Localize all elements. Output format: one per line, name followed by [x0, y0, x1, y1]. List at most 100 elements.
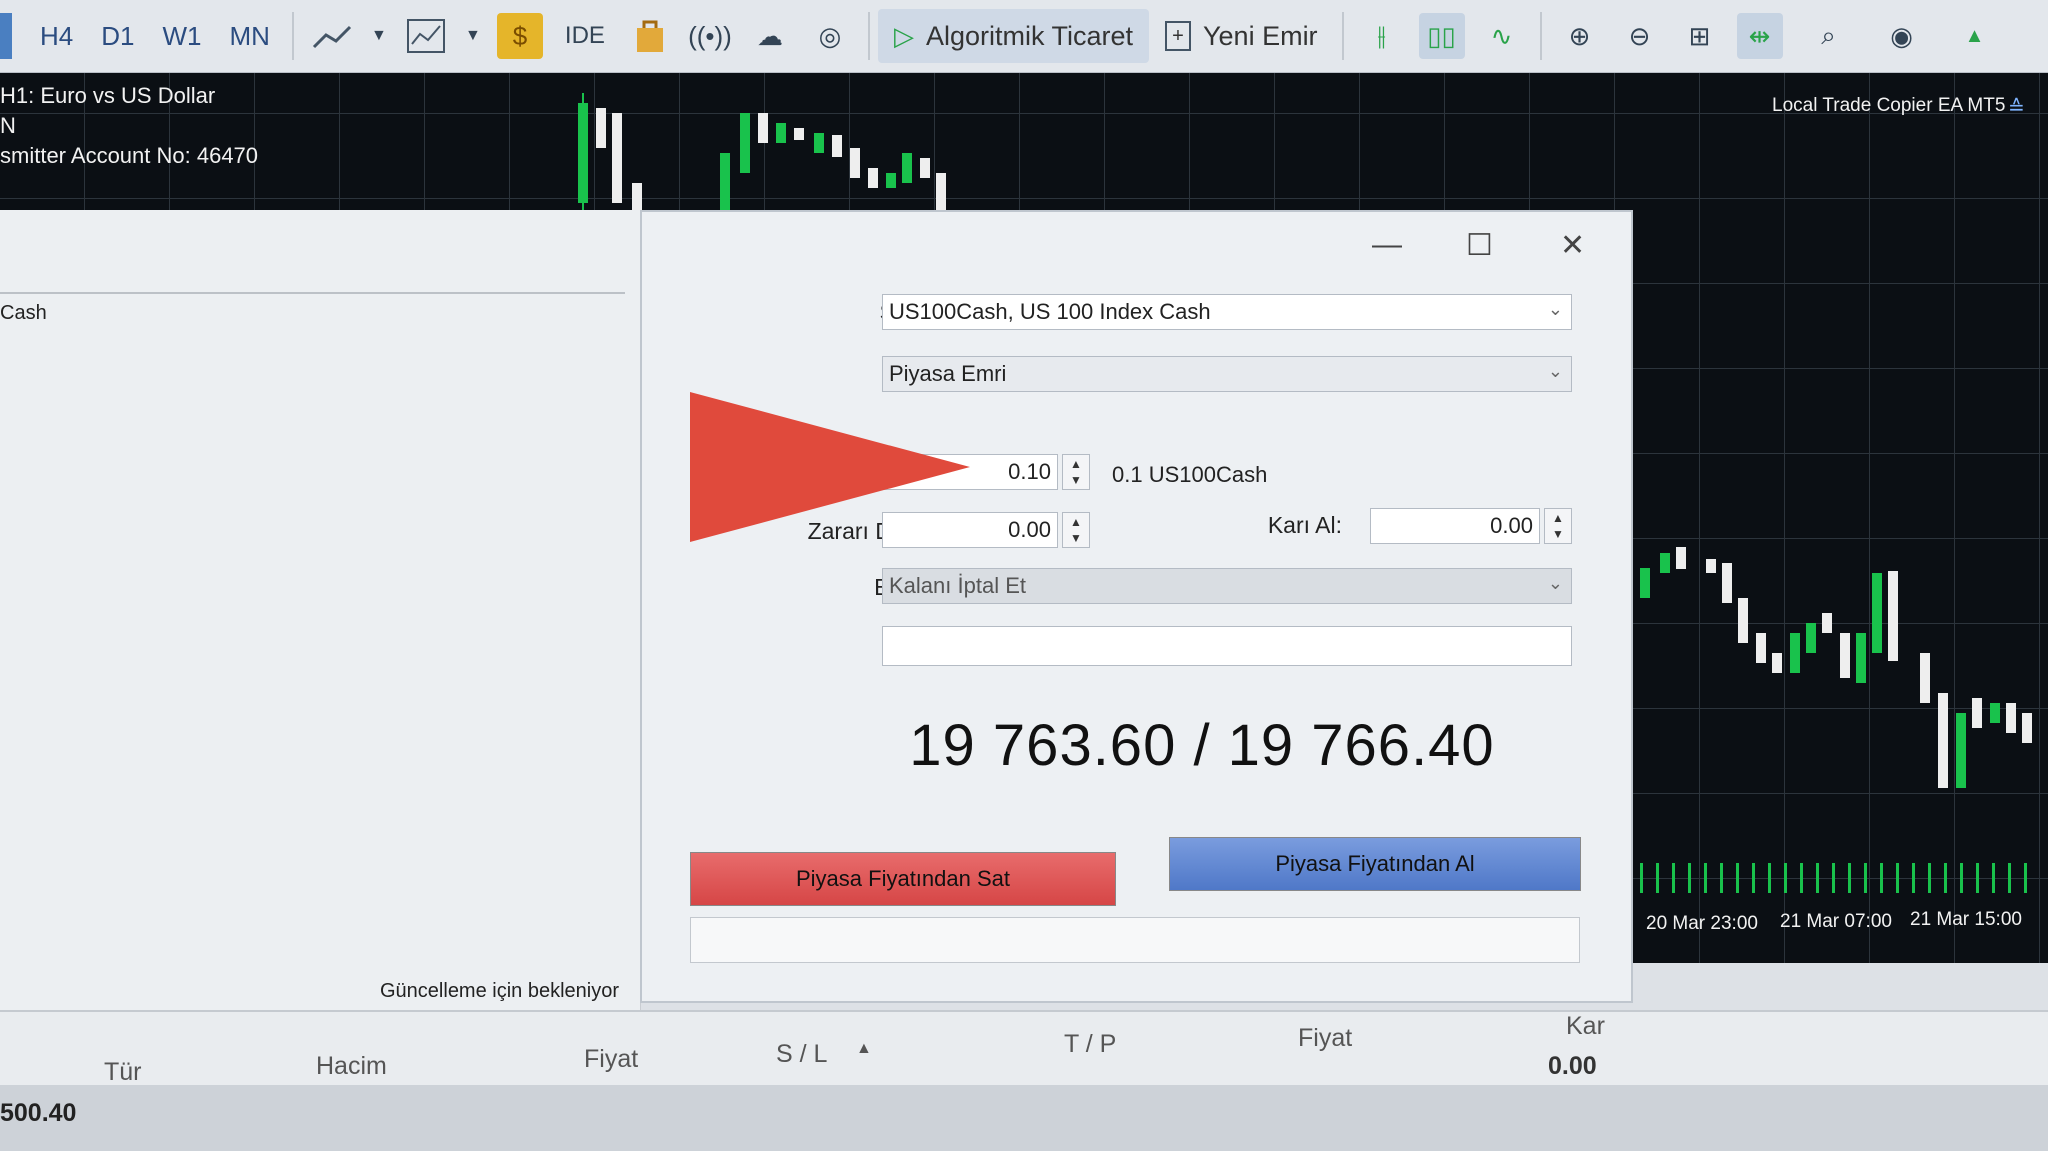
toolbar-edge — [0, 13, 12, 59]
column-header-tp[interactable]: T / P — [1064, 1030, 1116, 1059]
order-dialog: — ☐ ✕ Sembol: US100Cash, US 100 Index Ca… — [640, 210, 1633, 1003]
candle — [920, 158, 930, 178]
volume-value: 0.10 — [1008, 459, 1051, 484]
candle — [814, 133, 824, 153]
chevron-down-icon: ⌄ — [1547, 573, 1563, 593]
tile-windows-icon[interactable]: ⊞ — [1677, 13, 1723, 59]
candle — [902, 153, 912, 183]
candle — [1640, 568, 1650, 598]
sell-by-market-button[interactable]: Piyasa Fiyatından Sat — [690, 852, 1116, 906]
candlestick-icon[interactable]: ▯▯ — [1418, 13, 1465, 59]
candle — [1706, 559, 1716, 573]
chart-shift-icon[interactable]: ⇹ — [1736, 13, 1783, 59]
candle — [1872, 573, 1882, 653]
timeframe-h4[interactable]: H4 — [26, 21, 87, 52]
time-axis-label: 21 Mar 07:00 — [1780, 911, 1892, 932]
take-profit-field[interactable]: 0.00 — [1370, 508, 1540, 544]
new-order-label: Yeni Emir — [1203, 20, 1318, 51]
timeframe-mn[interactable]: MN — [216, 21, 284, 52]
column-header-type[interactable]: Tür — [104, 1058, 142, 1087]
ide-button[interactable]: IDE — [557, 13, 613, 59]
toolbar-divider — [1539, 12, 1542, 60]
column-header-price[interactable]: Fiyat — [584, 1045, 638, 1074]
timeframe-w1[interactable]: W1 — [149, 21, 216, 52]
fill-policy-value: Kalanı İptal Et — [889, 573, 1026, 598]
candle — [1756, 633, 1766, 663]
account-number-label: smitter Account No: 46470 — [0, 143, 259, 168]
fill-policy-dropdown[interactable]: Kalanı İptal Et ⌄ — [882, 568, 1572, 604]
maximize-icon[interactable]: ☐ — [1466, 228, 1493, 263]
column-header-profit[interactable]: Kar — [1566, 1012, 1605, 1041]
dollar-icon[interactable]: $ — [496, 13, 543, 59]
indicator-icon[interactable] — [403, 13, 449, 59]
candle — [1790, 633, 1800, 673]
vps-globe-icon[interactable]: ◎ — [807, 13, 853, 59]
algo-trading-button[interactable]: ▷ Algoritmik Ticaret — [877, 9, 1149, 63]
candle — [936, 173, 946, 210]
candle — [720, 153, 730, 213]
market-bag-icon[interactable] — [627, 13, 673, 59]
buy-by-market-button[interactable]: Piyasa Fiyatından Al — [1169, 837, 1581, 891]
stop-loss-value: 0.00 — [1008, 517, 1051, 542]
symbol-list-item[interactable]: Cash — [0, 302, 47, 325]
stop-loss-stepper[interactable]: ▲ ▼ — [1062, 512, 1090, 548]
candle — [632, 183, 642, 213]
candle — [1920, 653, 1930, 703]
symbol-dropdown[interactable]: US100Cash, US 100 Index Cash ⌄ — [882, 294, 1572, 330]
bar-chart-icon[interactable]: ⫲ — [1359, 13, 1405, 59]
close-icon[interactable]: ✕ — [1560, 228, 1585, 263]
take-profit-value: 0.00 — [1490, 513, 1533, 538]
main-toolbar: H4 D1 W1 MN ▼ ▼ $ IDE ((•)) ☁ ◎ ▷ Algori… — [0, 0, 2048, 73]
candle — [794, 128, 804, 140]
panel-divider — [0, 292, 625, 294]
take-profit-label: Karı Al: — [1267, 512, 1342, 538]
balance-row[interactable]: 500.40 — [0, 1085, 2048, 1151]
ea-label: Local Trade Copier EA MT5 — [1772, 95, 2006, 116]
column-header-volume[interactable]: Hacim — [316, 1052, 387, 1081]
line-chart-type-icon[interactable]: ∿ — [1479, 13, 1525, 59]
search-icon[interactable]: ⌕ — [1806, 13, 1852, 59]
candle — [1888, 571, 1898, 661]
trade-table-header: Tür Hacim Fiyat S / L ▲ T / P Fiyat Kar … — [0, 1010, 2048, 1087]
candle — [868, 168, 878, 188]
candle — [1856, 633, 1866, 683]
chevron-down-icon[interactable]: ▼ — [463, 13, 483, 59]
account-icon[interactable]: ◉ — [1879, 13, 1925, 59]
symbol-value: US100Cash, US 100 Index Cash — [889, 299, 1211, 324]
comment-input[interactable] — [882, 626, 1572, 666]
candle — [850, 148, 860, 178]
candle — [1676, 547, 1686, 569]
annotation-arrow — [690, 392, 970, 542]
column-header-current-price[interactable]: Fiyat — [1298, 1024, 1352, 1053]
sort-ascending-icon: ▲ — [856, 1040, 872, 1057]
minimize-icon[interactable]: — — [1372, 228, 1402, 262]
candle — [612, 113, 622, 203]
order-type-value: Piyasa Emri — [889, 361, 1007, 386]
new-order-icon: + — [1165, 21, 1191, 51]
candle — [1840, 633, 1850, 678]
toolbar-divider — [1341, 12, 1344, 60]
order-type-dropdown[interactable]: Piyasa Emri ⌄ — [882, 356, 1572, 392]
column-header-sl[interactable]: S / L — [776, 1040, 827, 1069]
profit-value: 0.00 — [1548, 1052, 1597, 1080]
level-icon[interactable]: ▲ — [1952, 13, 1998, 59]
order-status-box — [690, 917, 1580, 963]
play-icon: ▷ — [893, 20, 914, 51]
signals-icon[interactable]: ((•)) — [687, 13, 733, 59]
chevron-down-icon[interactable]: ▼ — [369, 13, 389, 59]
chart-title: H1: Euro vs US Dollar — [0, 83, 216, 108]
candle — [1738, 598, 1748, 643]
cloud-icon[interactable]: ☁ — [747, 13, 793, 59]
candle — [740, 113, 750, 173]
timeframe-d1[interactable]: D1 — [87, 21, 148, 52]
new-order-button[interactable]: + Yeni Emir — [1149, 9, 1334, 63]
volume-stepper[interactable]: ▲ ▼ — [1062, 454, 1090, 490]
candle — [578, 103, 588, 203]
line-chart-icon[interactable] — [309, 13, 355, 59]
zoom-out-icon[interactable]: ⊖ — [1617, 13, 1663, 59]
candle — [1660, 553, 1670, 573]
candle — [1772, 653, 1782, 673]
zoom-in-icon[interactable]: ⊕ — [1557, 13, 1603, 59]
algo-trading-label: Algoritmik Ticaret — [925, 20, 1133, 51]
take-profit-stepper[interactable]: ▲ ▼ — [1544, 508, 1572, 544]
